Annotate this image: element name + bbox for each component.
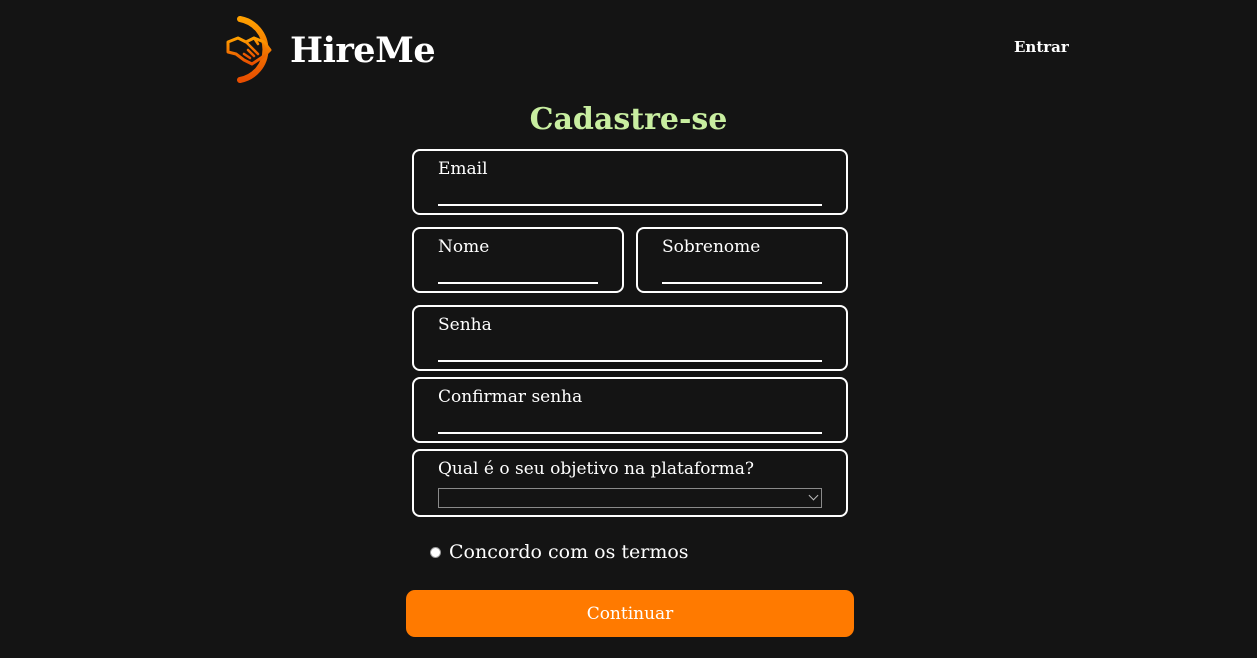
- password-field-box: Senha: [412, 305, 848, 371]
- last-name-label: Sobrenome: [662, 237, 761, 257]
- first-name-field-box: Nome: [412, 227, 624, 293]
- chevron-down-icon: [808, 490, 819, 501]
- confirm-password-field-box: Confirmar senha: [412, 377, 848, 443]
- confirm-password-label: Confirmar senha: [438, 387, 583, 407]
- terms-row: Concordo com os termos: [430, 541, 689, 563]
- email-input[interactable]: [438, 180, 822, 206]
- brand-name: HireMe: [290, 29, 436, 71]
- handshake-icon: [226, 16, 272, 83]
- last-name-field-box: Sobrenome: [636, 227, 848, 293]
- last-name-input[interactable]: [662, 258, 822, 284]
- terms-radio[interactable]: [430, 546, 441, 558]
- email-label: Email: [438, 159, 488, 179]
- email-field-box: Email: [412, 149, 848, 215]
- brand-logo-link[interactable]: HireMe: [224, 14, 436, 86]
- login-link[interactable]: Entrar: [1014, 38, 1069, 56]
- goal-label: Qual é o seu objetivo na plataforma?: [438, 459, 754, 479]
- signup-page: HireMe Entrar Cadastre-se Email Nome Sob…: [0, 0, 1257, 658]
- continue-button[interactable]: Continuar: [406, 590, 854, 637]
- goal-select[interactable]: [438, 488, 822, 508]
- first-name-input[interactable]: [438, 258, 598, 284]
- confirm-password-input[interactable]: [438, 408, 822, 434]
- password-label: Senha: [438, 315, 492, 335]
- page-title: Cadastre-se: [529, 102, 728, 137]
- password-input[interactable]: [438, 336, 822, 362]
- goal-field-box: Qual é o seu objetivo na plataforma?: [412, 449, 848, 517]
- terms-label[interactable]: Concordo com os termos: [449, 541, 689, 563]
- first-name-label: Nome: [438, 237, 490, 257]
